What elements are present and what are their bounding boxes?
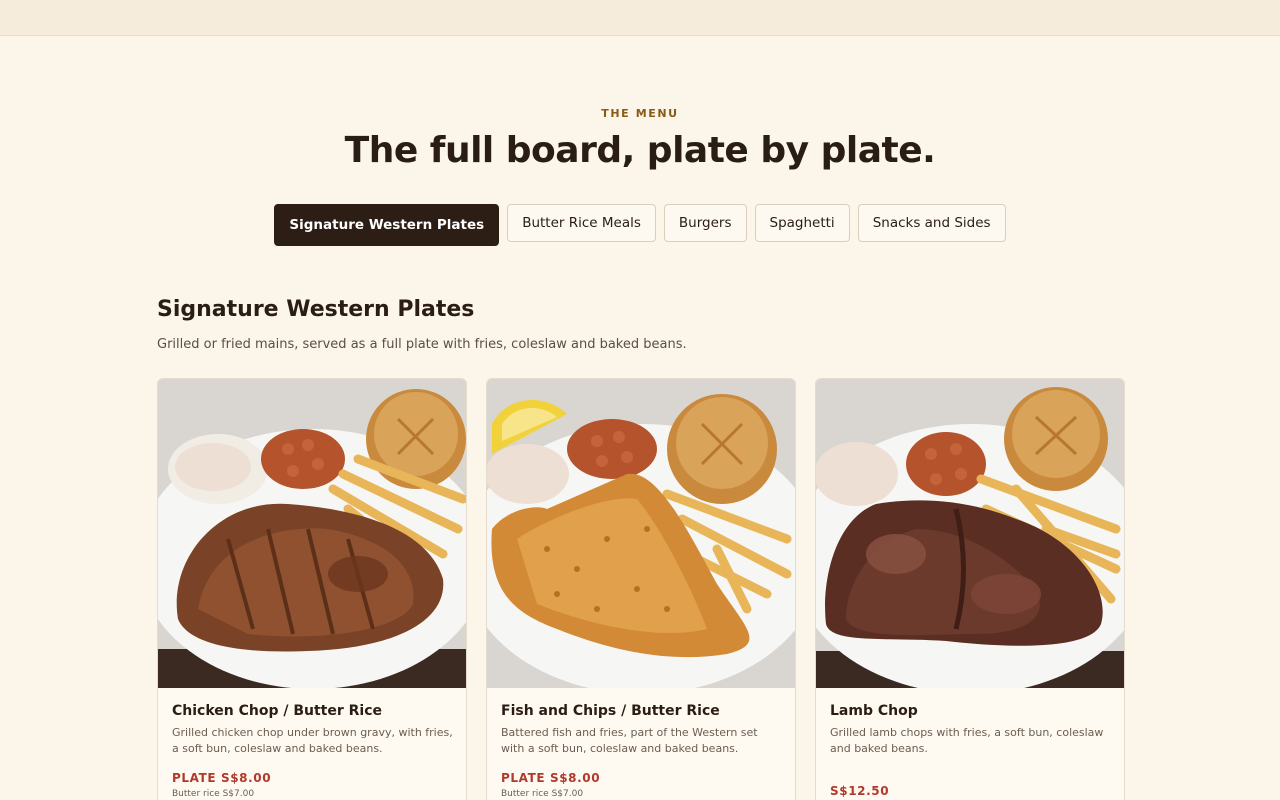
section-description: Grilled or fried mains, served as a full…: [157, 337, 687, 352]
menu-item-grid: Chicken Chop / Butter Rice Grilled chick…: [157, 378, 1125, 800]
tab-spaghetti[interactable]: Spaghetti: [754, 204, 850, 242]
menu-item-sub-price: Butter rice S$7.00: [501, 789, 584, 799]
menu-item-description: Grilled lamb chops with fries, a soft bu…: [830, 726, 1104, 755]
menu-card-chicken-chop[interactable]: Chicken Chop / Butter Rice Grilled chick…: [157, 378, 467, 800]
chicken-chop-plate-image: [158, 379, 466, 688]
menu-card-fish-and-chips[interactable]: Fish and Chips / Butter Rice Battered fi…: [486, 378, 796, 800]
page-title: The full board, plate by plate.: [344, 130, 936, 171]
tab-signature-western-plates[interactable]: Signature Western Plates: [274, 204, 500, 246]
menu-item-price: PLATE S$8.00: [172, 771, 272, 785]
menu-card-lamb-chop[interactable]: Lamb Chop Grilled lamb chops with fries,…: [815, 378, 1125, 800]
menu-item-name: Chicken Chop / Butter Rice: [172, 703, 383, 719]
category-tabs: Signature Western Plates Butter Rice Mea…: [0, 204, 1280, 246]
menu-eyebrow: THE MENU: [601, 107, 679, 120]
tab-snacks-and-sides[interactable]: Snacks and Sides: [857, 204, 1006, 242]
menu-item-sub-price: Butter rice S$7.00: [172, 789, 255, 799]
fish-and-chips-plate-image: [487, 379, 795, 688]
menu-item-price: S$12.50: [830, 784, 890, 798]
menu-item-name: Fish and Chips / Butter Rice: [501, 703, 720, 719]
menu-item-name: Lamb Chop: [830, 703, 918, 719]
menu-item-description: Battered fish and fries, part of the Wes…: [501, 726, 758, 755]
menu-item-price: PLATE S$8.00: [501, 771, 601, 785]
tab-butter-rice-meals[interactable]: Butter Rice Meals: [507, 204, 656, 242]
top-navigation-bar: [0, 0, 1280, 36]
lamb-chop-plate-image: [816, 379, 1124, 688]
section-title: Signature Western Plates: [157, 297, 475, 322]
tab-burgers[interactable]: Burgers: [663, 204, 747, 242]
menu-item-description: Grilled chicken chop under brown gravy, …: [172, 726, 453, 755]
